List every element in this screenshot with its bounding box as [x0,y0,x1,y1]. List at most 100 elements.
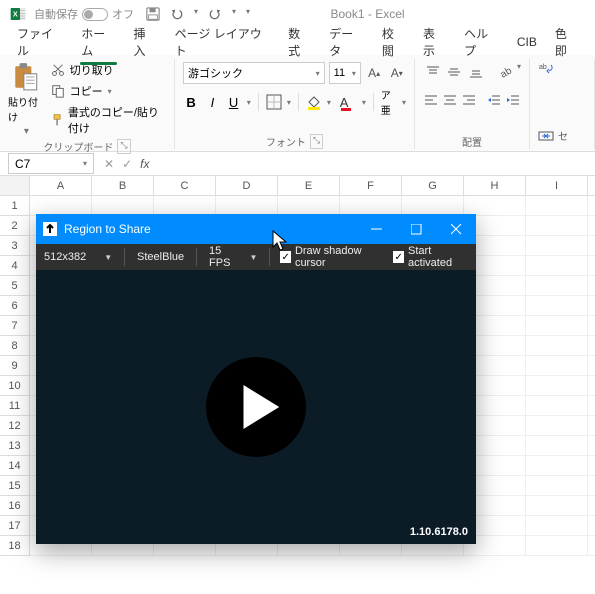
cell[interactable] [526,376,588,396]
bold-button[interactable]: B [183,92,199,112]
tab-CIB[interactable]: CIB [508,31,546,53]
cell[interactable] [526,536,588,556]
cell[interactable] [154,196,216,216]
enter-icon[interactable]: ✓ [122,157,132,171]
cell[interactable] [278,196,340,216]
row-header[interactable]: 6 [0,296,30,316]
align-left-button[interactable] [423,90,440,110]
underline-button[interactable]: U [226,92,242,112]
paste-button[interactable]: 貼り付け ▾ [8,62,45,137]
row-header[interactable]: 18 [0,536,30,556]
cell[interactable] [526,356,588,376]
font-name-select[interactable]: 游ゴシック▾ [183,62,325,84]
cell[interactable] [526,276,588,296]
row-header[interactable]: 3 [0,236,30,256]
cell[interactable] [402,196,464,216]
maximize-button[interactable] [396,214,436,244]
close-button[interactable] [436,214,476,244]
cell[interactable] [216,196,278,216]
cell[interactable] [526,336,588,356]
undo-icon[interactable] [170,7,184,21]
cell[interactable] [30,196,92,216]
column-header[interactable]: H [464,176,526,195]
row-header[interactable]: 17 [0,516,30,536]
tab-ホーム[interactable]: ホーム [72,21,124,63]
row-header[interactable]: 12 [0,416,30,436]
rts-titlebar[interactable]: Region to Share [36,214,476,244]
row-header[interactable]: 5 [0,276,30,296]
row-header[interactable]: 8 [0,336,30,356]
column-header[interactable]: F [340,176,402,195]
color-dropdown[interactable]: SteelBlue [135,247,186,267]
tab-ページ レイアウト[interactable]: ページ レイアウト [166,21,279,63]
fill-color-button[interactable] [306,92,322,112]
dialog-launcher-icon[interactable]: ⤡ [117,139,130,154]
cell[interactable] [526,316,588,336]
cell[interactable] [526,396,588,416]
wrap-text-button[interactable]: ab [538,62,554,83]
tab-表示[interactable]: 表示 [414,21,455,63]
cell[interactable] [464,196,526,216]
align-middle-button[interactable] [445,62,465,82]
tab-色即[interactable]: 色即 [546,21,587,63]
column-header[interactable]: G [402,176,464,195]
align-bottom-button[interactable] [466,62,486,82]
cancel-icon[interactable]: ✕ [104,157,114,171]
save-icon[interactable] [146,7,160,21]
cell[interactable] [526,296,588,316]
row-header[interactable]: 9 [0,356,30,376]
cell[interactable] [526,476,588,496]
minimize-button[interactable] [356,214,396,244]
italic-button[interactable]: I [204,92,220,112]
row-header[interactable]: 16 [0,496,30,516]
align-center-button[interactable] [442,90,459,110]
merge-button[interactable] [538,128,554,149]
cell[interactable] [526,256,588,276]
dialog-launcher-icon[interactable]: ⤡ [310,134,323,149]
cell[interactable] [526,416,588,436]
name-box[interactable]: C7▾ [8,153,94,174]
play-button[interactable] [206,357,306,457]
tab-数式[interactable]: 数式 [279,21,320,63]
redo-icon[interactable] [208,7,222,21]
column-header[interactable]: B [92,176,154,195]
increase-indent-button[interactable] [504,90,521,110]
cell[interactable] [526,496,588,516]
row-header[interactable]: 1 [0,196,30,216]
row-header[interactable]: 7 [0,316,30,336]
cell[interactable] [526,436,588,456]
column-header[interactable]: D [216,176,278,195]
row-header[interactable]: 15 [0,476,30,496]
column-header[interactable]: I [526,176,588,195]
column-header[interactable]: E [278,176,340,195]
cell[interactable] [526,216,588,236]
cell[interactable] [526,236,588,256]
decrease-indent-button[interactable] [486,90,503,110]
caret-down-icon[interactable]: ▾ [232,7,236,21]
row-header[interactable]: 10 [0,376,30,396]
tab-データ[interactable]: データ [320,21,373,63]
cell[interactable] [526,516,588,536]
fps-dropdown[interactable]: 15 FPS▼ [207,247,259,267]
formula-input[interactable] [159,154,595,174]
row-header[interactable]: 4 [0,256,30,276]
tab-校閲[interactable]: 校閲 [373,21,414,63]
copy-button[interactable]: コピー ▾ [51,83,166,99]
column-header[interactable]: A [30,176,92,195]
borders-button[interactable] [266,92,282,112]
column-header[interactable]: C [154,176,216,195]
align-right-button[interactable] [460,90,477,110]
size-dropdown[interactable]: 512x382▼ [42,247,114,267]
row-header[interactable]: 11 [0,396,30,416]
decrease-font-button[interactable]: A▾ [387,62,406,84]
caret-down-icon[interactable]: ▾ [194,7,198,21]
tab-挿入[interactable]: 挿入 [125,21,166,63]
increase-font-button[interactable]: A▴ [365,62,384,84]
fx-icon[interactable]: fx [140,157,149,171]
tab-ファイル[interactable]: ファイル [8,21,72,63]
cell-style-button[interactable]: セ [558,128,568,149]
cell[interactable] [526,456,588,476]
select-all-cell[interactable] [0,176,30,195]
row-header[interactable]: 13 [0,436,30,456]
cell[interactable] [526,196,588,216]
